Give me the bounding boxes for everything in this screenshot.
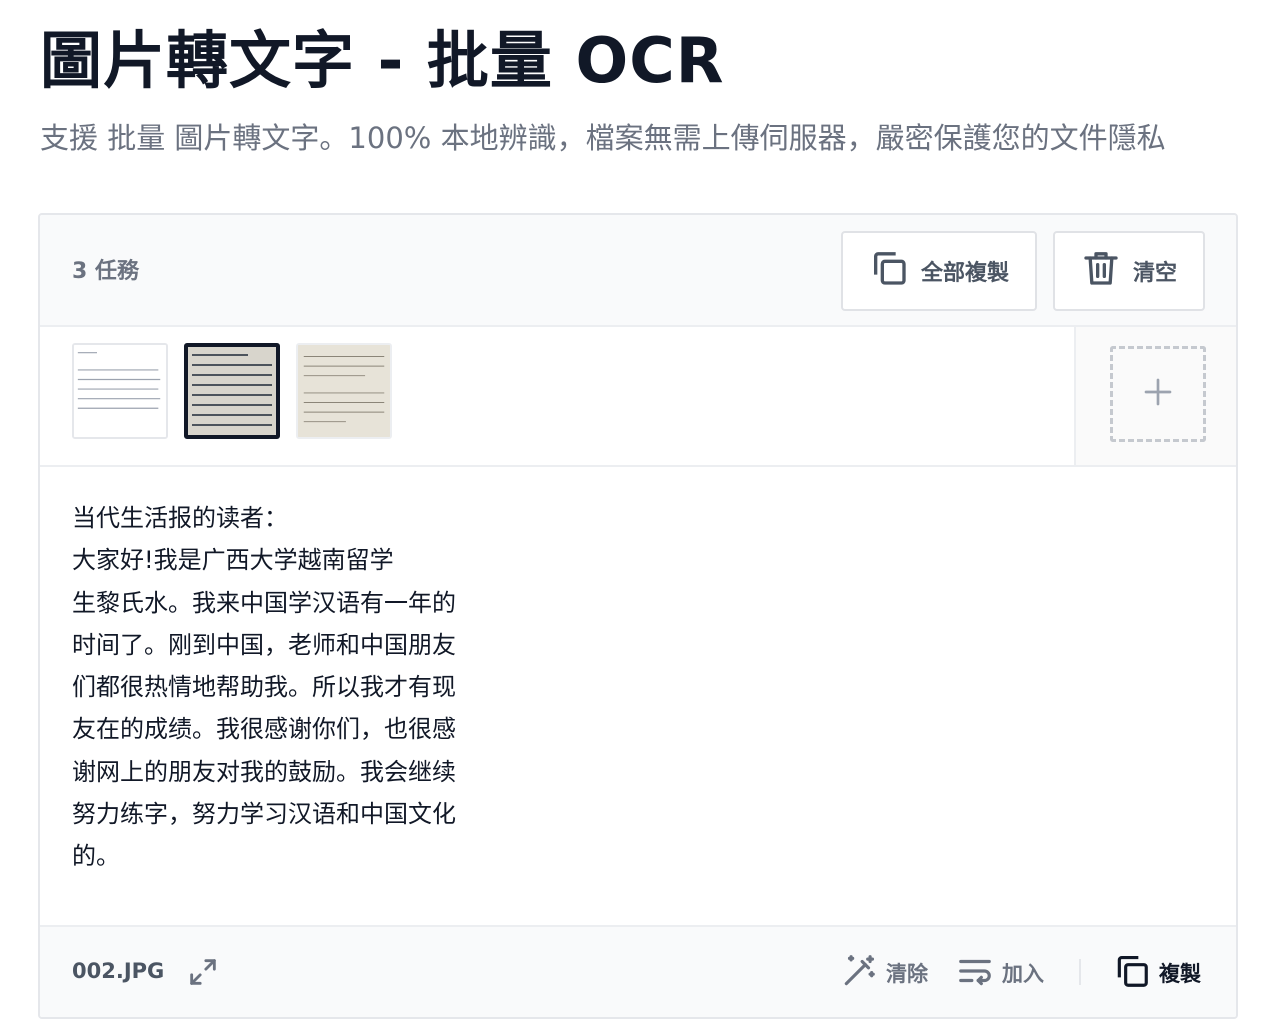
copy-icon	[869, 248, 909, 294]
thumbnail-strip	[40, 327, 1236, 467]
clear-label: 清空	[1132, 261, 1177, 286]
result-footer: 002.JPG 清除 加入 複製	[40, 925, 1236, 1017]
copy-button[interactable]: 複製	[1113, 951, 1201, 995]
expand-icon[interactable]	[186, 955, 220, 989]
copy-all-button[interactable]: 全部複製	[841, 231, 1037, 311]
ocr-panel: 3 任務 全部複製 清空 当代生活报的读者： 大家好!我是广西大学越南留学 生黎…	[38, 213, 1238, 1019]
clear-all-button[interactable]: 清空	[1053, 231, 1205, 311]
file-name: 002.JPG	[72, 959, 165, 983]
toolbar: 3 任務 全部複製 清空	[40, 215, 1236, 327]
join-button[interactable]: 加入	[956, 951, 1044, 995]
page-subtitle: 支援 批量 圖片轉文字。100% 本地辨識，檔案無需上傳伺服器，嚴密保護您的文件…	[40, 121, 1166, 155]
trash-icon	[1081, 248, 1121, 294]
ocr-result-text[interactable]: 当代生活报的读者： 大家好!我是广西大学越南留学 生黎氏水。我来中国学汉语有一年…	[72, 497, 532, 878]
thumbnail-image-2[interactable]	[184, 343, 280, 439]
add-image-area	[1074, 327, 1236, 465]
page-title: 圖片轉文字 - 批量 OCR	[40, 24, 725, 97]
magic-wand-icon	[840, 952, 878, 995]
copy-label: 複製	[1159, 962, 1201, 986]
clean-button[interactable]: 清除	[840, 951, 928, 995]
plus-icon	[1142, 376, 1174, 412]
wrap-lines-icon	[956, 952, 994, 995]
clean-label: 清除	[886, 962, 928, 986]
copy-all-label: 全部複製	[920, 261, 1009, 286]
task-count: 3 任務	[72, 259, 139, 284]
join-label: 加入	[1002, 962, 1044, 986]
thumbnail-image-1[interactable]	[72, 343, 168, 439]
ocr-result-area[interactable]: 当代生活报的读者： 大家好!我是广西大学越南留学 生黎氏水。我来中国学汉语有一年…	[40, 467, 1236, 927]
footer-divider	[1079, 959, 1081, 985]
copy-icon	[1113, 952, 1151, 995]
add-image-button[interactable]	[1110, 346, 1206, 442]
thumbnail-image-3[interactable]	[296, 343, 392, 439]
